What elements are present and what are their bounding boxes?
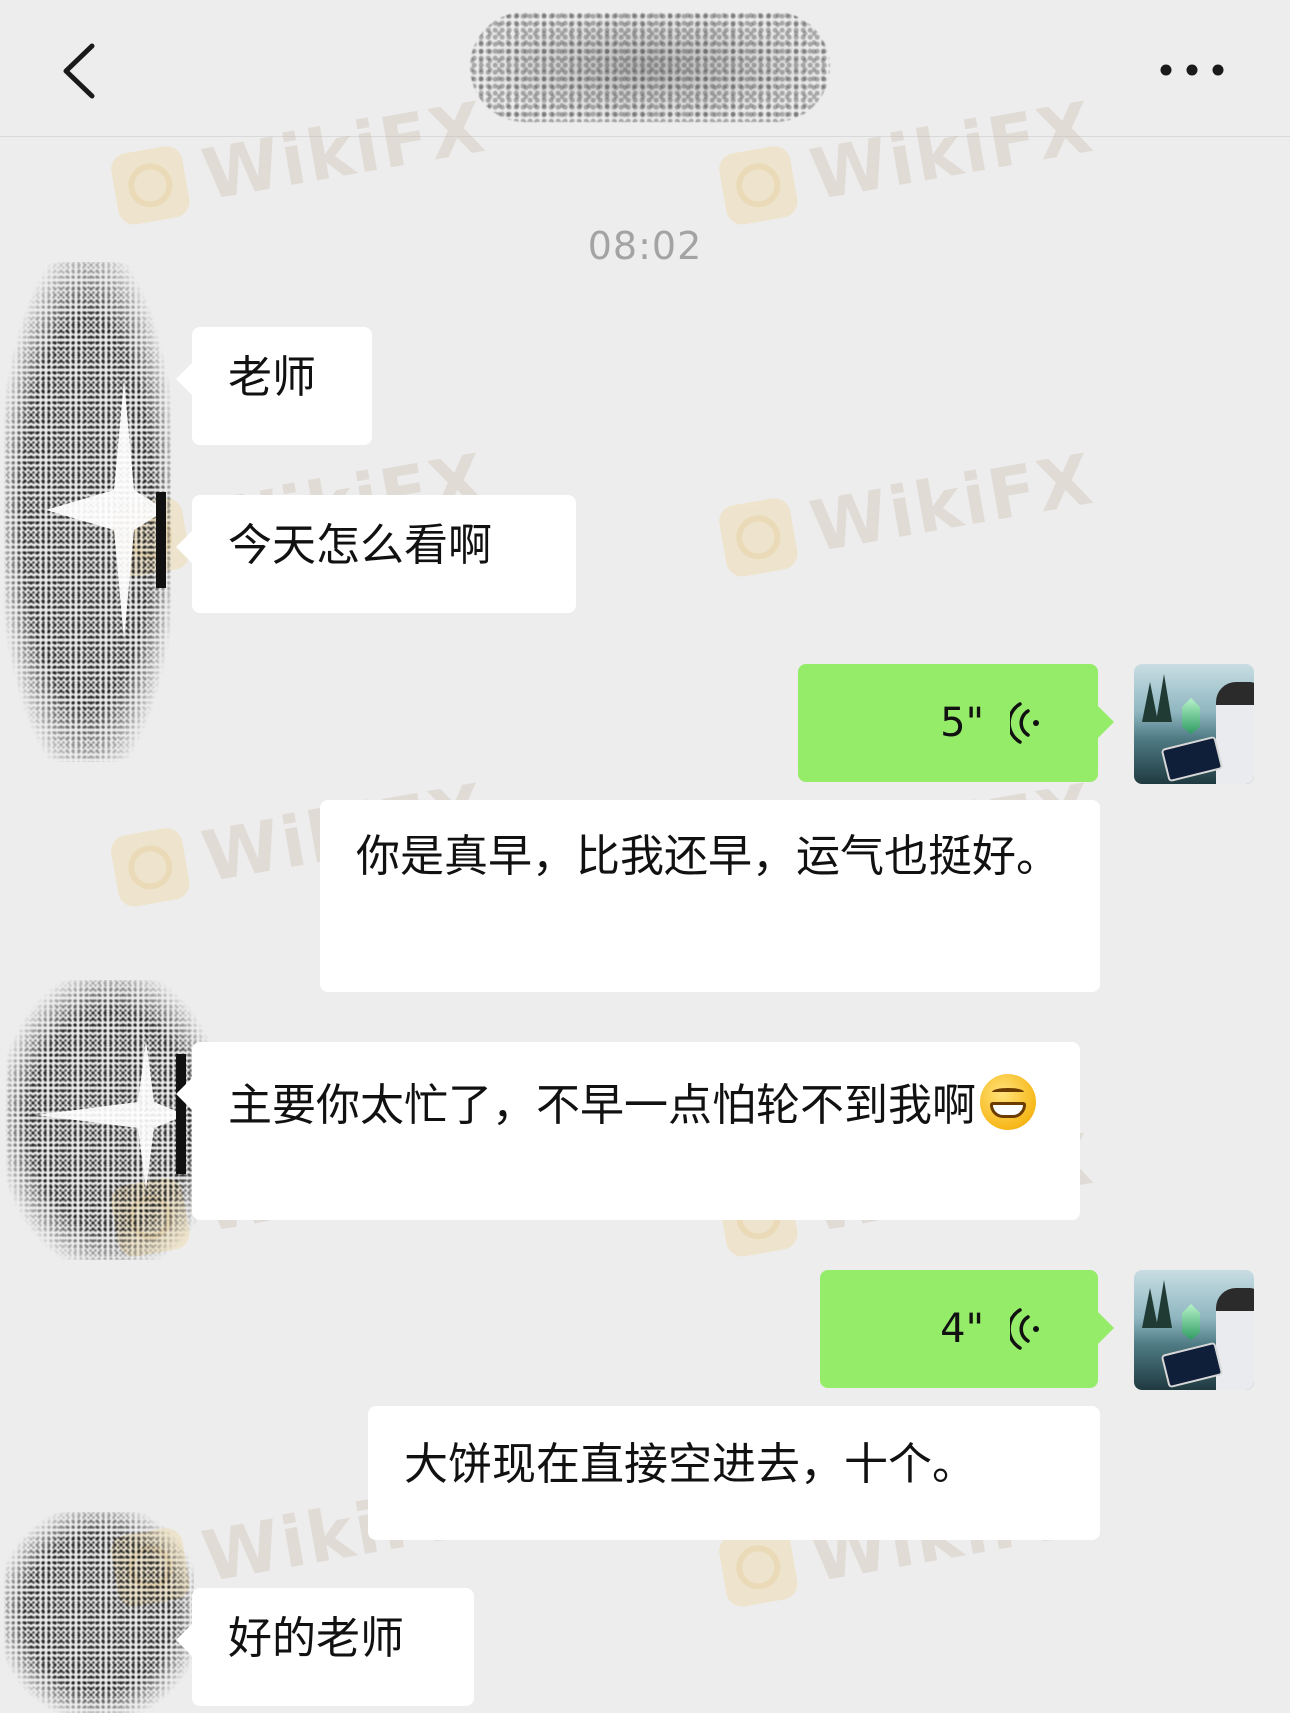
wikifx-logo-icon	[716, 495, 801, 580]
chat-title-redacted	[470, 12, 830, 122]
avatar-star-icon	[46, 380, 166, 640]
message-timestamp: 08:02	[587, 224, 703, 268]
voice-message-bubble[interactable]: 5"	[798, 664, 1114, 782]
message-bubble[interactable]: 老师	[176, 327, 372, 445]
voice-wave-icon	[1010, 702, 1039, 744]
message-text: 今天怎么看啊	[228, 520, 492, 571]
grinning-face-emoji	[980, 1074, 1036, 1130]
message-text: 老师	[228, 352, 316, 403]
person-shape	[1216, 1288, 1254, 1390]
voice-duration: 5"	[940, 700, 984, 746]
message-bubble[interactable]: 大饼现在直接空进去，十个。	[368, 1406, 1100, 1540]
wikifx-logo-icon	[108, 825, 193, 910]
self-avatar[interactable]	[1134, 1270, 1254, 1390]
message-text: 好的老师	[228, 1613, 404, 1664]
contact-avatar[interactable]	[4, 1512, 194, 1713]
avatar-star-icon	[36, 1040, 186, 1190]
voice-wave-icon	[1010, 1308, 1039, 1350]
crystal-shape	[1182, 1304, 1200, 1340]
voice-duration: 4"	[940, 1306, 984, 1352]
tablet-shape	[1160, 735, 1224, 783]
tablet-shape	[1160, 1341, 1224, 1389]
crystal-shape	[1182, 698, 1200, 734]
chevron-left-icon	[63, 43, 95, 99]
watermark: WikiFX	[716, 438, 1100, 584]
more-options-button[interactable]	[1152, 50, 1232, 90]
message-text: 大饼现在直接空进去，十个。	[404, 1439, 976, 1490]
message-bubble[interactable]: 你是真早，比我还早，运气也挺好。	[320, 800, 1100, 992]
more-horizontal-icon	[1160, 64, 1224, 76]
message-text: 主要你太忙了，不早一点怕轮不到我啊	[228, 1080, 976, 1131]
message-bubble[interactable]: 好的老师	[176, 1588, 474, 1706]
voice-message-bubble[interactable]: 4"	[820, 1270, 1114, 1388]
chat-header	[0, 0, 1290, 137]
message-bubble[interactable]: 主要你太忙了，不早一点怕轮不到我啊	[176, 1042, 1080, 1220]
message-text: 你是真早，比我还早，运气也挺好。	[356, 831, 1060, 882]
tree-shape	[1156, 674, 1172, 722]
back-button[interactable]	[52, 36, 112, 106]
message-bubble[interactable]: 今天怎么看啊	[176, 495, 576, 613]
watermark-text: WikiFX	[804, 438, 1100, 569]
wikifx-logo-icon	[716, 143, 801, 228]
tree-shape	[1156, 1280, 1172, 1328]
self-avatar[interactable]	[1134, 664, 1254, 784]
wikifx-logo-icon	[108, 143, 193, 228]
person-shape	[1216, 682, 1254, 784]
